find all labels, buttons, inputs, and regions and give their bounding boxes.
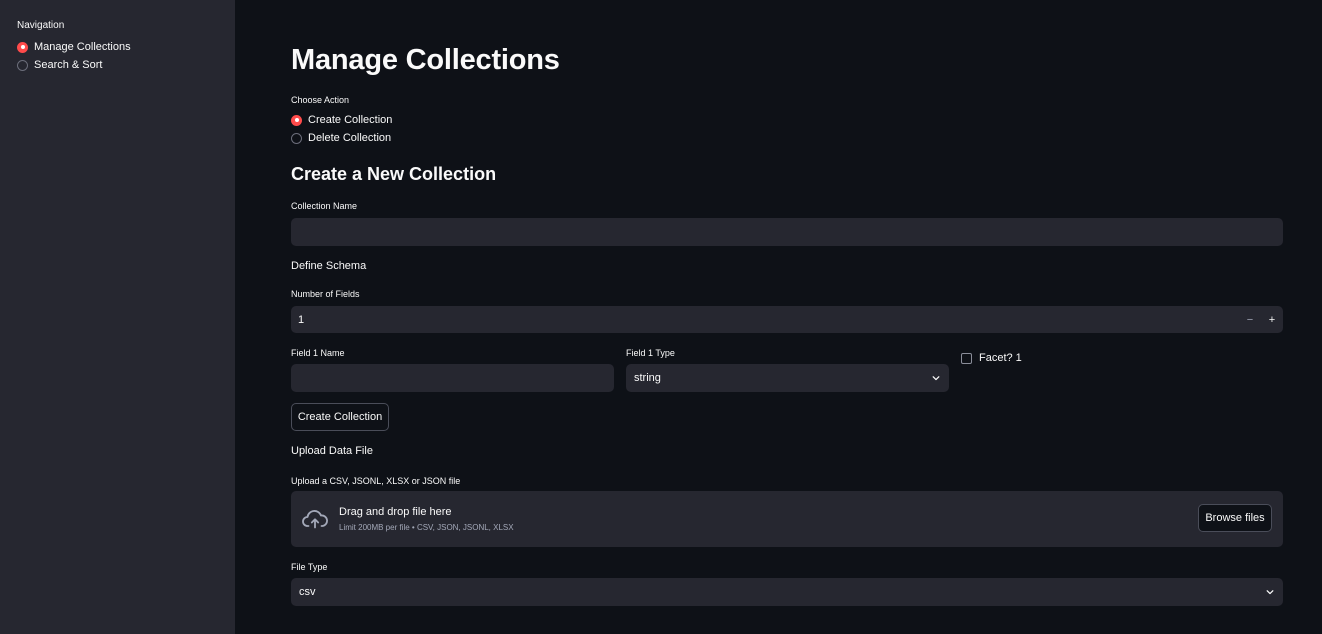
field1-type-value: string xyxy=(634,372,661,384)
app: Navigation Manage Collections Search & S… xyxy=(0,0,1322,634)
action-option-label: Delete Collection xyxy=(308,132,392,144)
file-dropzone[interactable]: Drag and drop file here Limit 200MB per … xyxy=(291,491,1283,547)
sidebar-item-manage-collections[interactable]: Manage Collections xyxy=(17,38,218,56)
radio-selected-icon xyxy=(291,114,302,126)
increment-button[interactable]: + xyxy=(1261,314,1283,326)
collection-name-label: Collection Name xyxy=(291,201,358,211)
sidebar-item-search-sort[interactable]: Search & Sort xyxy=(17,56,218,74)
sidebar: Navigation Manage Collections Search & S… xyxy=(0,0,235,634)
file-type-value: csv xyxy=(299,586,316,598)
sidebar-item-label: Manage Collections xyxy=(34,41,131,53)
facet-label: Facet? 1 xyxy=(979,352,1022,364)
num-fields-value[interactable]: 1 xyxy=(291,314,1239,326)
upload-data-heading: Upload Data File xyxy=(291,445,373,457)
uploader-label: Upload a CSV, JSONL, XLSX or JSON file xyxy=(291,476,461,486)
file-type-select[interactable]: csv xyxy=(291,578,1283,606)
create-section-title: Create a New Collection xyxy=(291,164,497,184)
action-option-label: Create Collection xyxy=(308,114,393,126)
field1-type-select[interactable]: string xyxy=(626,364,949,392)
field1-name-input[interactable] xyxy=(291,364,614,392)
field1-name-label: Field 1 Name xyxy=(291,348,345,358)
action-radio-group: Create Collection Delete Collection xyxy=(291,111,392,147)
radio-unselected-icon xyxy=(291,132,302,144)
page-title: Manage Collections xyxy=(291,44,560,76)
chevron-down-icon xyxy=(932,376,940,381)
field1-type-label: Field 1 Type xyxy=(626,348,675,358)
action-delete-collection[interactable]: Delete Collection xyxy=(291,129,392,147)
browse-files-button[interactable]: Browse files xyxy=(1198,504,1272,532)
create-collection-button[interactable]: Create Collection xyxy=(291,403,389,431)
sidebar-heading: Navigation xyxy=(17,20,65,31)
choose-action-label: Choose Action xyxy=(291,95,350,105)
dropzone-subtitle: Limit 200MB per file • CSV, JSON, JSONL,… xyxy=(339,523,514,532)
dropzone-text: Drag and drop file here Limit 200MB per … xyxy=(339,506,514,532)
cloud-upload-icon xyxy=(302,510,328,529)
facet-checkbox[interactable]: Facet? 1 xyxy=(961,352,1022,364)
checkbox-icon xyxy=(961,352,972,364)
decrement-button[interactable]: − xyxy=(1239,314,1261,326)
main-content: Manage Collections Choose Action Create … xyxy=(235,0,1322,634)
chevron-down-icon xyxy=(1266,590,1274,595)
radio-selected-icon xyxy=(17,41,28,53)
radio-unselected-icon xyxy=(17,59,28,71)
num-fields-input[interactable]: 1 − + xyxy=(291,306,1283,333)
sidebar-item-label: Search & Sort xyxy=(34,59,103,71)
dropzone-title: Drag and drop file here xyxy=(339,506,452,518)
num-fields-label: Number of Fields xyxy=(291,289,360,299)
action-create-collection[interactable]: Create Collection xyxy=(291,111,392,129)
define-schema-heading: Define Schema xyxy=(291,260,367,272)
collection-name-input[interactable] xyxy=(291,218,1283,246)
file-type-label: File Type xyxy=(291,562,328,572)
